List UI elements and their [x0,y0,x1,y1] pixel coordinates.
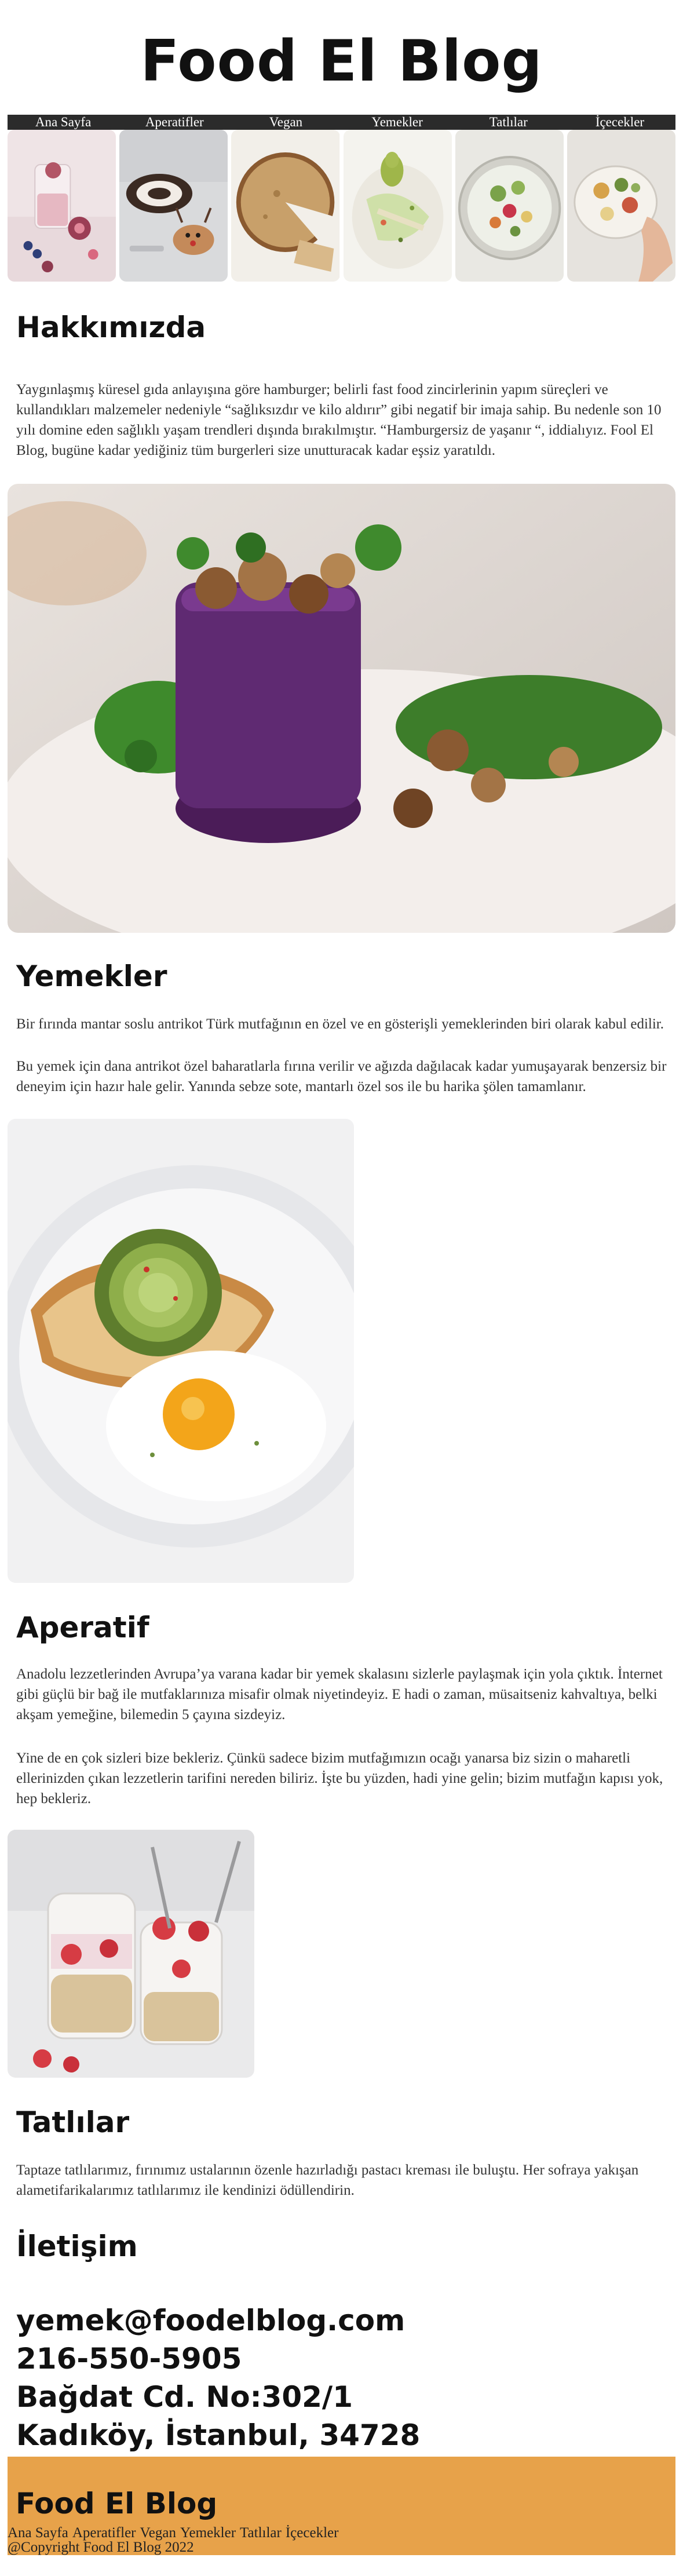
purple-dish-photo [8,484,675,933]
hand-holding-bowl-photo [567,130,676,282]
cake-roll-photo [119,130,228,282]
contact-address-line-1: Bağdat Cd. No:302/1 [16,2380,353,2414]
footer-link-drinks[interactable]: İçecekler [286,2525,339,2541]
about-paragraph: Yaygınlaşmış küresel gıda anlayışına gör… [16,382,662,458]
nav-item-home[interactable]: Ana Sayfa [8,115,119,130]
strawberry-parfait-photo [8,1830,254,2078]
desserts-heading: Tatlılar [16,2106,130,2139]
footer-link-dishes[interactable]: Yemekler [180,2525,236,2541]
salad-with-pear-photo [343,130,452,282]
nav-item-desserts[interactable]: Tatlılar [453,115,564,130]
footer-link-vegan[interactable]: Vegan [140,2525,176,2541]
dishes-paragraph-1: Bir fırında mantar soslu antrikot Türk m… [16,1016,664,1032]
site-footer: Food El Blog Ana Sayfa Aperatifler Vegan… [8,2457,675,2555]
image-gallery [8,130,676,282]
avocado-toast-photo [8,1119,354,1583]
glass-bowl-salad-photo [455,130,564,282]
nav-item-appetizers[interactable]: Aperatifler [119,115,230,130]
site-title: Food El Blog [140,28,543,94]
footer-nav: Ana Sayfa Aperatifler Vegan Yemekler Tat… [8,2525,338,2541]
cheesecake-slice-photo [231,130,340,282]
contact-email[interactable]: yemek@foodelblog.com [16,2301,683,2340]
appetizer-heading: Aperatif [16,1611,149,1644]
contact-heading: İletişim [16,2230,138,2263]
contact-address-line-2: Kadıköy, İstanbul, 34728 [16,2418,421,2452]
footer-copyright: @Copyright Food El Blog 2022 [8,2539,194,2555]
nav-item-vegan[interactable]: Vegan [230,115,341,130]
nav-item-dishes[interactable]: Yemekler [342,115,453,130]
dishes-heading: Yemekler [16,959,167,993]
footer-link-home[interactable]: Ana Sayfa [8,2525,68,2541]
footer-title: Food El Blog [16,2487,218,2520]
figs-and-berries-photo [8,130,116,282]
nav-item-drinks[interactable]: İçecekler [564,115,675,130]
footer-link-desserts[interactable]: Tatlılar [240,2525,282,2541]
dishes-paragraph-2: Bu yemek için dana antrikot özel baharat… [16,1059,667,1094]
appetizer-paragraph-2: Yine de en çok sizleri bize bekleriz. Çü… [16,1750,663,1807]
contact-details: yemek@foodelblog.com 216-550-5905 Bağdat… [0,2301,683,2454]
contact-phone[interactable]: 216-550-5905 [16,2340,683,2378]
about-heading: Hakkımızda [16,311,206,344]
footer-link-appetizers[interactable]: Aperatifler [72,2525,136,2541]
main-nav: Ana Sayfa Aperatifler Vegan Yemekler Tat… [8,115,675,130]
desserts-paragraph: Taptaze tatlılarımız, fırınımız ustaları… [16,2162,639,2198]
appetizer-paragraph-1: Anadolu lezzetlerinden Avrupa’ya varana … [16,1666,663,1723]
